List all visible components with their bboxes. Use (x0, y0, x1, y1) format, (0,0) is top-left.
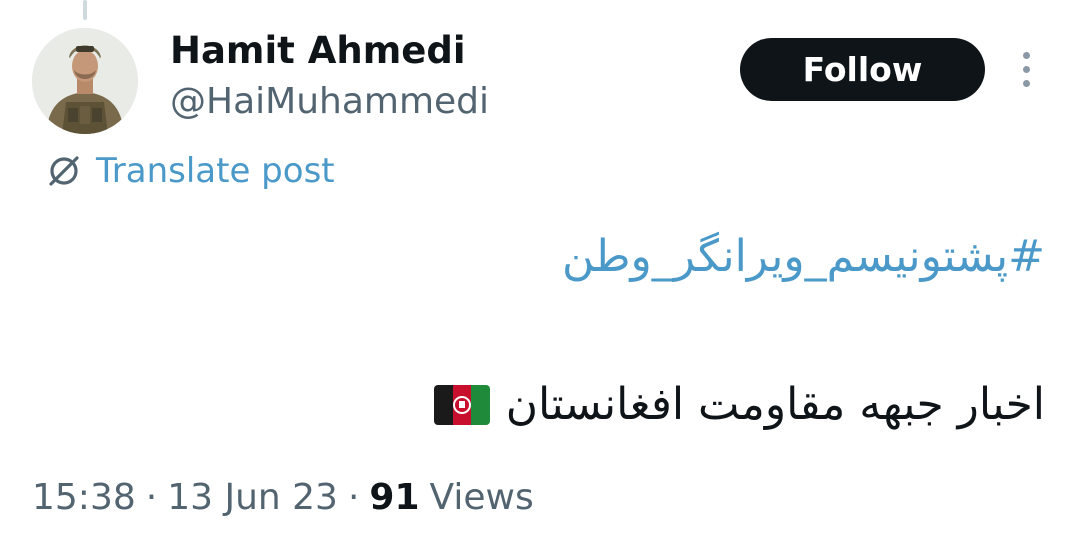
post-date[interactable]: 13 Jun 23 (167, 474, 338, 522)
views-count: 91 (369, 477, 420, 518)
avatar[interactable] (32, 28, 138, 134)
post-text: اخبار جبهه مقاومت افغانستان (505, 379, 1045, 430)
translate-post-link[interactable]: Translate post (44, 148, 335, 194)
more-options-button[interactable] (1010, 48, 1044, 92)
vertical-ellipsis-dot (1023, 66, 1030, 73)
author-handle[interactable]: @HaiMuhammedi (170, 80, 489, 124)
thread-connector-line (83, 0, 87, 20)
afghanistan-flag-icon (433, 385, 490, 425)
soldier-avatar-icon (32, 28, 138, 134)
separator-dot: · (145, 477, 158, 518)
follow-button[interactable]: Follow (740, 38, 985, 101)
author-display-name[interactable]: Hamit Ahmedi (170, 28, 466, 74)
vertical-ellipsis-icon (1023, 52, 1030, 59)
post-metadata: 15:38 · 13 Jun 23 · 91 Views (32, 474, 534, 522)
post-body: اخبار جبهه مقاومت افغانستان (433, 374, 1045, 436)
hashtag-link[interactable]: #پشتونیسم_ویرانگر_وطن (562, 226, 1045, 288)
separator-dot: · (347, 477, 360, 518)
views-label: Views (429, 477, 534, 518)
globe-slash-icon (49, 156, 79, 186)
post-time[interactable]: 15:38 (32, 474, 136, 522)
translate-post-label: Translate post (96, 151, 335, 191)
vertical-ellipsis-dot (1023, 80, 1030, 87)
